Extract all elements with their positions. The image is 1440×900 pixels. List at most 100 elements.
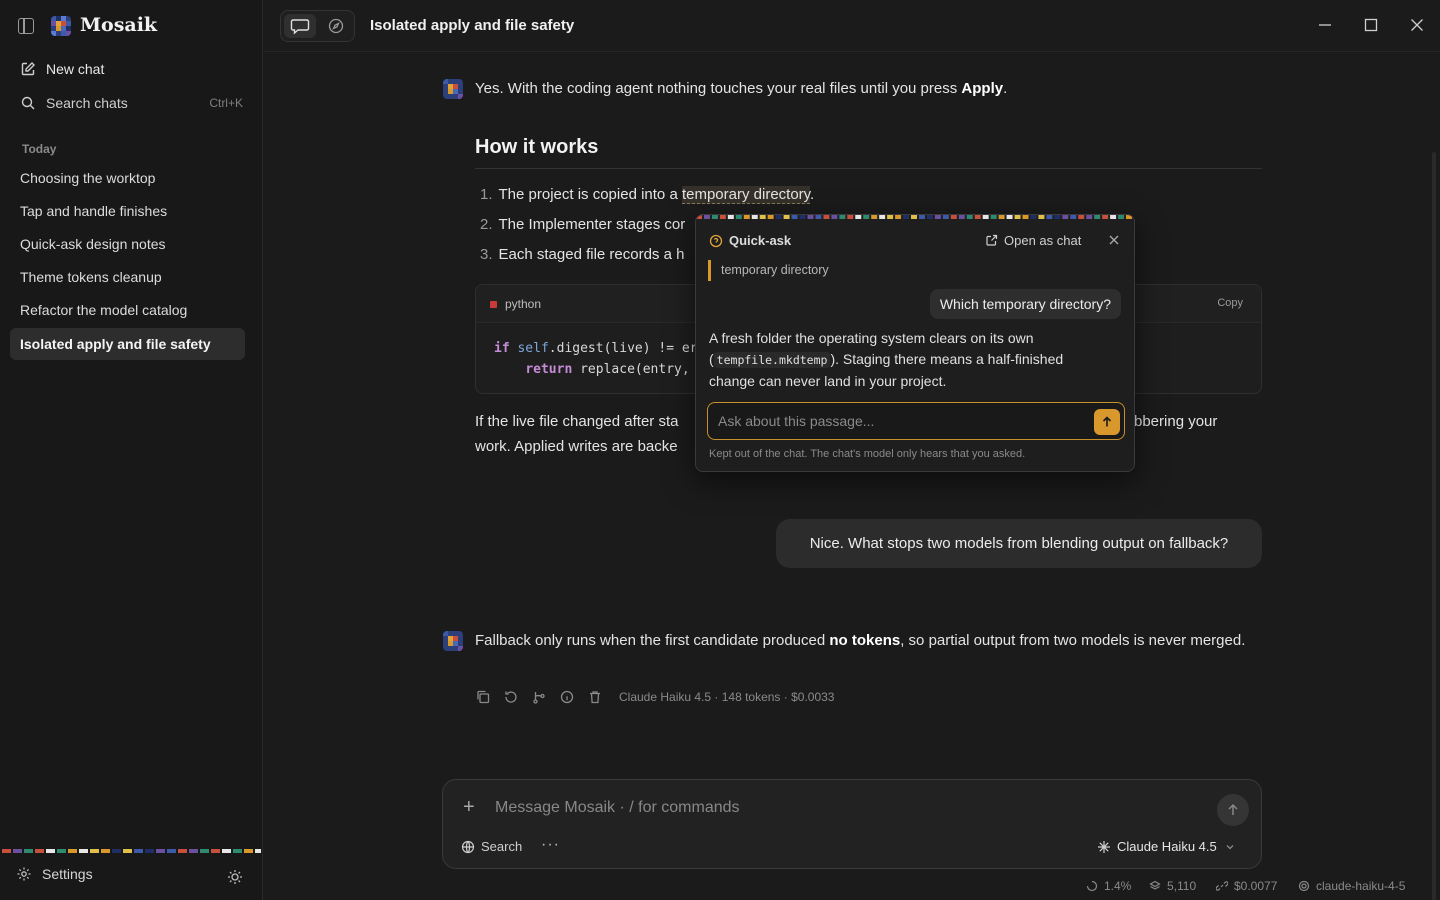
new-chat-label: New chat <box>46 61 105 77</box>
brand-name: Mosaik <box>80 14 158 36</box>
code-token: replace(entry, <box>572 362 690 377</box>
theme-toggle-icon[interactable] <box>227 869 243 885</box>
retry-icon[interactable] <box>503 689 519 705</box>
language-dot <box>490 300 497 308</box>
close-icon[interactable] <box>1107 233 1121 247</box>
chat-item-active[interactable]: Isolated apply and file safety <box>10 328 245 360</box>
chat-item[interactable]: Choosing the worktop <box>10 162 245 194</box>
search-shortcut: Ctrl+K <box>209 96 243 110</box>
compass-icon <box>328 18 344 34</box>
search-chats-button[interactable]: Search chats Ctrl+K <box>10 88 245 118</box>
list-number: 2. <box>480 216 493 233</box>
chat-item[interactable]: Quick-ask design notes <box>10 228 245 260</box>
cost-value: $0.0077 <box>1234 879 1278 893</box>
explore-mode-button[interactable] <box>322 14 350 38</box>
edit-icon <box>21 62 35 76</box>
quick-ask-footnote: Kept out of the chat. The chat's model o… <box>709 448 1026 460</box>
chat-bubble-icon <box>290 19 310 35</box>
message-input[interactable]: Message Mosaik · / for commands <box>495 799 740 817</box>
question-circle-icon <box>709 234 723 247</box>
language-label: python <box>505 297 542 311</box>
list-item: 2. The Implementer stages cor <box>480 216 685 233</box>
chat-mode-button[interactable] <box>284 14 316 38</box>
arrow-up-icon <box>1102 416 1112 427</box>
list-text: . <box>810 186 815 203</box>
message-text: Fallback only runs when the first candid… <box>475 632 830 649</box>
branch-icon[interactable] <box>531 689 547 705</box>
gear-icon <box>17 867 31 881</box>
list-text: The Implementer stages cor <box>498 216 686 233</box>
section-today: Today <box>22 142 57 156</box>
chat-item[interactable]: Tap and handle finishes <box>10 195 245 227</box>
highlighted-passage[interactable]: temporary directory <box>681 186 811 204</box>
close-window-icon[interactable] <box>1408 16 1426 34</box>
more-options-icon[interactable]: ··· <box>541 836 560 854</box>
chip-icon <box>1298 880 1310 892</box>
context-value: 1.4% <box>1104 879 1132 893</box>
search-toggle-button[interactable]: Search <box>461 839 522 854</box>
composer: + Message Mosaik · / for commands Search… <box>442 779 1262 869</box>
send-button[interactable] <box>1217 794 1249 826</box>
maximize-icon[interactable] <box>1362 16 1380 34</box>
list-text: Each staged file records a h <box>498 246 685 263</box>
layers-icon <box>1149 880 1161 890</box>
quoted-passage: temporary directory <box>708 260 829 281</box>
paragraph-line: work. Applied writes are backe <box>475 438 678 455</box>
message-actions: Claude Haiku 4.5 · 148 tokens · $0.0033 <box>475 689 834 705</box>
context-usage: 1.4% <box>1086 879 1131 893</box>
model-id-value: claude-haiku-4-5 <box>1316 879 1406 893</box>
app-window: Mosaik New chat Search chats Ctrl+K Toda… <box>0 0 1440 900</box>
globe-icon <box>461 840 475 853</box>
trash-icon[interactable] <box>587 689 603 705</box>
info-icon[interactable] <box>559 689 575 705</box>
settings-button[interactable]: Settings <box>16 866 93 882</box>
assistant-message: Yes. With the coding agent nothing touch… <box>475 76 1007 101</box>
link-icon <box>1216 881 1228 891</box>
quick-ask-send-button[interactable] <box>1094 409 1120 435</box>
open-as-chat-label: Open as chat <box>1004 232 1082 248</box>
new-chat-button[interactable]: New chat <box>10 54 245 84</box>
search-toggle-label: Search <box>481 839 523 854</box>
quick-ask-input[interactable]: Ask about this passage... <box>707 402 1125 440</box>
answer-code: tempfile.mkdtemp <box>713 352 831 368</box>
list-number: 3. <box>480 246 493 263</box>
chat-item[interactable]: Theme tokens cleanup <box>10 261 245 293</box>
message-text: . <box>1003 80 1008 97</box>
minimize-icon[interactable] <box>1316 16 1334 34</box>
open-as-chat-button[interactable]: Open as chat <box>985 229 1081 251</box>
token-value: 5,110 <box>1167 879 1197 893</box>
arrow-up-icon <box>1228 803 1238 815</box>
quick-ask-title: Quick-ask <box>709 233 791 248</box>
assistant-avatar <box>443 631 463 651</box>
copy-icon[interactable] <box>475 689 491 705</box>
chat-item[interactable]: Refactor the model catalog <box>10 294 245 326</box>
search-chats-label: Search chats <box>46 95 128 111</box>
paragraph-line: If the live file changed after sta <box>475 413 679 430</box>
scrollbar[interactable] <box>1432 152 1436 900</box>
section-heading: How it works <box>475 136 599 158</box>
list-number: 1. <box>480 186 493 203</box>
message-bold: no tokens <box>829 632 901 649</box>
quick-ask-answer: A fresh folder the operating system clea… <box>709 328 1109 392</box>
model-label: Claude Haiku 4.5 <box>1117 839 1217 854</box>
sidebar-toggle-icon[interactable] <box>18 18 34 34</box>
assistant-avatar <box>443 79 463 99</box>
token-count: 5,110 <box>1149 879 1196 893</box>
message-text: Yes. With the coding agent nothing touch… <box>475 80 962 97</box>
list-item: 3. Each staged file records a h <box>480 246 684 263</box>
list-item: 1. The project is copied into a temporary… <box>480 186 815 204</box>
mosaik-logo-icon <box>51 16 71 36</box>
message-text: , so partial output from two models is n… <box>900 632 1246 649</box>
mosaic-stripe <box>696 215 1133 219</box>
user-message: Nice. What stops two models from blendin… <box>776 519 1262 568</box>
model-selector[interactable]: Claude Haiku 4.5 <box>1097 839 1235 854</box>
settings-label: Settings <box>42 866 93 882</box>
copy-code-button[interactable]: Copy <box>1217 297 1243 309</box>
conversation-pane: Yes. With the coding agent nothing touch… <box>264 52 1440 900</box>
sidebar: Mosaik New chat Search chats Ctrl+K Toda… <box>0 0 263 900</box>
quick-ask-placeholder: Ask about this passage... <box>718 413 875 429</box>
quick-ask-label: Quick-ask <box>729 233 792 248</box>
message-bold: Apply <box>961 80 1004 97</box>
attach-plus-icon[interactable]: + <box>463 796 475 819</box>
top-bar: Isolated apply and file safety <box>264 0 1440 52</box>
